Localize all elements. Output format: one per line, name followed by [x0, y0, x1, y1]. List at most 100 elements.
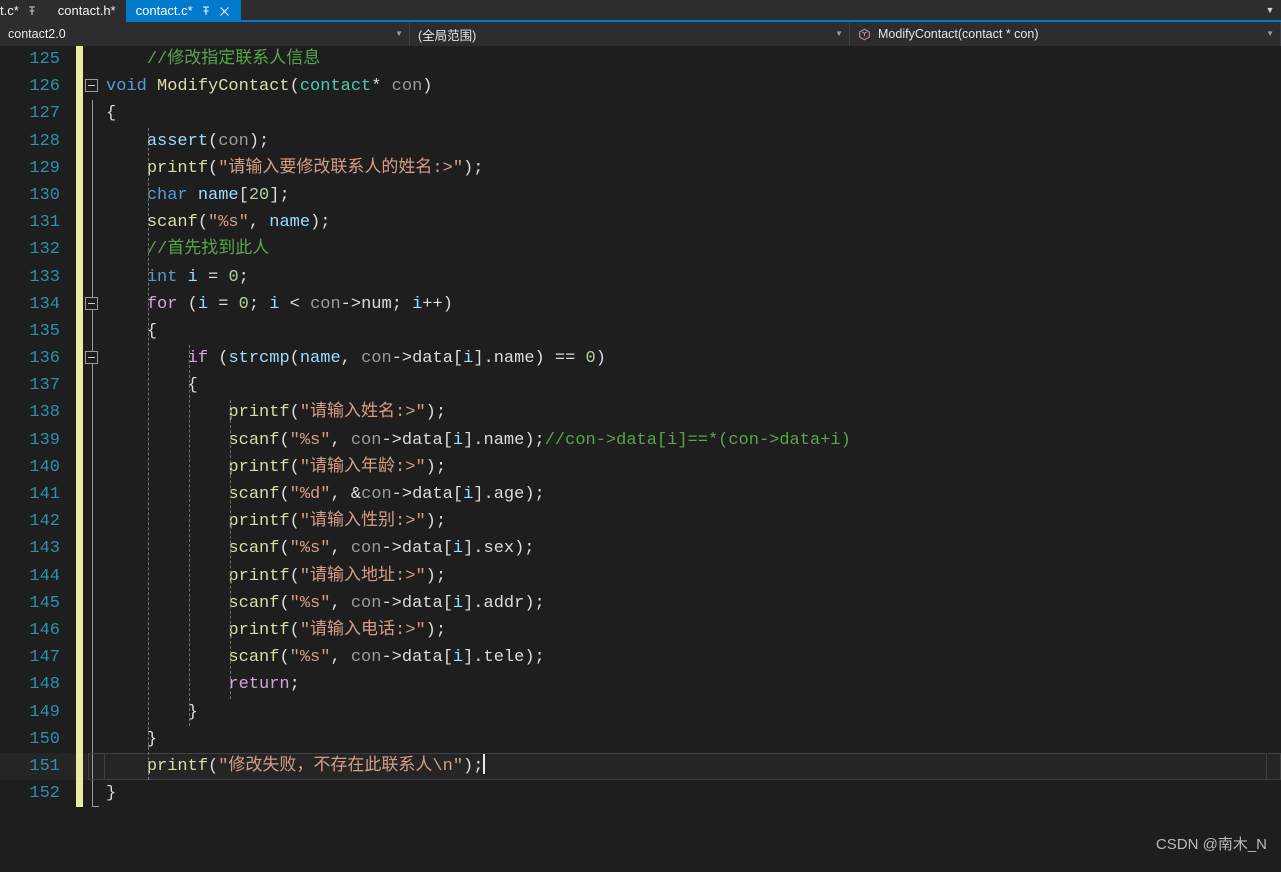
- code-text[interactable]: char name[20];: [104, 182, 1281, 209]
- glyph-margin[interactable]: [72, 562, 86, 590]
- code-line[interactable]: 132 //首先找到此人: [0, 236, 1281, 264]
- glyph-margin[interactable]: [72, 263, 86, 291]
- glyph-margin[interactable]: [72, 181, 86, 210]
- code-line[interactable]: 128 assert(con);: [0, 127, 1281, 155]
- outlining-margin[interactable]: [86, 372, 104, 400]
- outlining-margin[interactable]: [86, 671, 104, 699]
- code-line[interactable]: 136 if (strcmp(name, con->data[i].name) …: [0, 345, 1281, 373]
- outlining-margin[interactable]: [86, 399, 104, 427]
- code-line[interactable]: 138 printf("请输入姓名:>");: [0, 399, 1281, 427]
- outlining-margin[interactable]: [86, 508, 104, 536]
- code-line[interactable]: 145 scanf("%s", con->data[i].addr);: [0, 589, 1281, 617]
- pin-icon[interactable]: [26, 5, 38, 17]
- glyph-margin[interactable]: [72, 698, 86, 726]
- outlining-margin[interactable]: [86, 725, 104, 753]
- code-text[interactable]: //修改指定联系人信息: [104, 46, 1281, 73]
- code-line[interactable]: 133 int i = 0;: [0, 263, 1281, 291]
- outlining-margin[interactable]: [86, 100, 104, 128]
- collapse-region-button[interactable]: [85, 79, 98, 93]
- code-text[interactable]: for (i = 0; i < con->num; i++): [104, 291, 1281, 318]
- glyph-margin[interactable]: [72, 453, 86, 481]
- outlining-margin[interactable]: [86, 127, 104, 155]
- outlining-margin[interactable]: [86, 752, 104, 781]
- glyph-margin[interactable]: [72, 345, 86, 373]
- code-line[interactable]: 140 printf("请输入年龄:>");: [0, 453, 1281, 481]
- code-text[interactable]: scanf("%s", con->data[i].tele);: [104, 644, 1281, 671]
- code-line[interactable]: 150 }: [0, 725, 1281, 753]
- outlining-margin[interactable]: [86, 46, 104, 73]
- code-text[interactable]: {: [104, 318, 1281, 345]
- glyph-margin[interactable]: [72, 46, 86, 74]
- glyph-margin[interactable]: [72, 589, 86, 617]
- code-text[interactable]: if (strcmp(name, con->data[i].name) == 0…: [104, 345, 1281, 372]
- code-line[interactable]: 149 }: [0, 698, 1281, 726]
- scope-dropdown[interactable]: (全局范围) ▼: [410, 22, 850, 46]
- code-line[interactable]: 147 scanf("%s", con->data[i].tele);: [0, 644, 1281, 672]
- glyph-margin[interactable]: [72, 780, 86, 808]
- code-text[interactable]: {: [104, 372, 1281, 399]
- code-text[interactable]: scanf("%s", con->data[i].sex);: [104, 535, 1281, 562]
- code-text[interactable]: scanf("%d", &con->data[i].age);: [104, 481, 1281, 508]
- glyph-margin[interactable]: [72, 616, 86, 645]
- code-line[interactable]: 127 {: [0, 100, 1281, 128]
- code-line[interactable]: 146 printf("请输入电话:>");: [0, 616, 1281, 645]
- glyph-margin[interactable]: [72, 127, 86, 155]
- code-text[interactable]: }: [104, 699, 1281, 726]
- code-text[interactable]: printf("修改失败，不存在此联系人\n");: [104, 753, 1281, 780]
- code-line[interactable]: 151 printf("修改失败，不存在此联系人\n");: [0, 752, 1281, 781]
- code-text[interactable]: printf("请输入要修改联系人的姓名:>");: [104, 155, 1281, 182]
- code-text[interactable]: int i = 0;: [104, 264, 1281, 291]
- code-text[interactable]: printf("请输入性别:>");: [104, 508, 1281, 535]
- glyph-margin[interactable]: [72, 481, 86, 509]
- outlining-margin[interactable]: [86, 181, 104, 210]
- outlining-margin[interactable]: [86, 263, 104, 291]
- glyph-margin[interactable]: [72, 644, 86, 672]
- outlining-margin[interactable]: [86, 426, 104, 454]
- glyph-margin[interactable]: [72, 426, 86, 454]
- code-text[interactable]: scanf("%s", con->data[i].name);//con->da…: [104, 427, 1281, 454]
- outlining-margin[interactable]: [86, 453, 104, 481]
- outlining-margin[interactable]: [85, 345, 104, 373]
- pin-icon[interactable]: [200, 5, 212, 17]
- code-text[interactable]: printf("请输入电话:>");: [104, 617, 1281, 644]
- code-text[interactable]: //首先找到此人: [104, 236, 1281, 263]
- outlining-margin[interactable]: [86, 562, 104, 590]
- collapse-region-button[interactable]: [85, 351, 98, 365]
- glyph-margin[interactable]: [72, 317, 86, 346]
- outlining-margin[interactable]: [86, 317, 104, 346]
- glyph-margin[interactable]: [72, 290, 86, 318]
- code-line[interactable]: 144 printf("请输入地址:>");: [0, 562, 1281, 590]
- code-line[interactable]: 131 scanf("%s", name);: [0, 209, 1281, 237]
- collapse-region-button[interactable]: [85, 296, 98, 310]
- code-text[interactable]: scanf("%s", name);: [104, 209, 1281, 236]
- project-dropdown[interactable]: contact2.0 ▼: [0, 22, 410, 46]
- code-line[interactable]: 142 printf("请输入性别:>");: [0, 508, 1281, 536]
- tab-contact-h[interactable]: contact.h*: [47, 0, 126, 22]
- outlining-margin[interactable]: [85, 290, 104, 318]
- code-text[interactable]: }: [104, 780, 1281, 807]
- glyph-margin[interactable]: [72, 752, 86, 781]
- code-line[interactable]: 143 scanf("%s", con->data[i].sex);: [0, 535, 1281, 563]
- code-text[interactable]: }: [104, 726, 1281, 753]
- glyph-margin[interactable]: [72, 725, 86, 753]
- code-line[interactable]: 148 return;: [0, 671, 1281, 699]
- outlining-margin[interactable]: [86, 589, 104, 617]
- glyph-margin[interactable]: [72, 535, 86, 563]
- code-text[interactable]: scanf("%s", con->data[i].addr);: [104, 590, 1281, 617]
- member-dropdown[interactable]: ModifyContact(contact * con) ▼: [850, 22, 1281, 46]
- glyph-margin[interactable]: [72, 372, 86, 400]
- code-text[interactable]: return;: [104, 671, 1281, 698]
- code-line[interactable]: 139 scanf("%s", con->data[i].name);//con…: [0, 426, 1281, 454]
- glyph-margin[interactable]: [72, 399, 86, 427]
- code-line[interactable]: 125 //修改指定联系人信息: [0, 46, 1281, 74]
- glyph-margin[interactable]: [72, 154, 86, 182]
- outlining-margin[interactable]: [86, 209, 104, 237]
- code-line[interactable]: 134 for (i = 0; i < con->num; i++): [0, 290, 1281, 318]
- glyph-margin[interactable]: [72, 236, 86, 264]
- glyph-margin[interactable]: [72, 209, 86, 237]
- code-text[interactable]: printf("请输入地址:>");: [104, 563, 1281, 590]
- code-text[interactable]: void ModifyContact(contact* con): [104, 73, 1281, 100]
- tab-overflow-chevron-down-icon[interactable]: ▼: [1259, 0, 1281, 20]
- code-editor-surface[interactable]: 125 //修改指定联系人信息 126 void ModifyContact(con…: [0, 46, 1281, 868]
- close-icon[interactable]: [219, 5, 231, 17]
